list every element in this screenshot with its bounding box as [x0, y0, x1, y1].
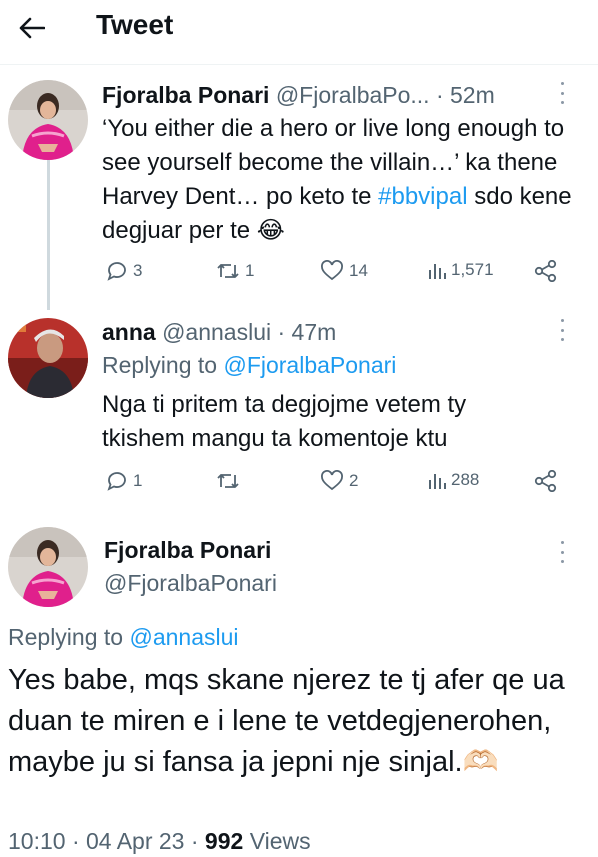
author-handle[interactable]: @FjoralbaPo...	[276, 82, 430, 108]
retweet-icon	[217, 264, 239, 278]
author-name[interactable]: Fjoralba Ponari	[104, 537, 271, 564]
reply-button[interactable]: 1	[106, 470, 142, 492]
tweet-header: Fjoralba Ponari @FjoralbaPo... · 52m	[102, 82, 495, 109]
top-bar: Tweet	[0, 0, 598, 62]
like-count: 14	[349, 261, 368, 280]
heart-icon	[321, 260, 343, 281]
avatar[interactable]	[8, 80, 88, 160]
author-handle[interactable]: @FjoralbaPonari	[104, 570, 277, 597]
reply-button[interactable]: 3	[106, 260, 142, 282]
author-handle[interactable]: @annaslui	[162, 319, 271, 345]
hashtag-link[interactable]: #bbvipal	[378, 183, 467, 210]
tweet-timestamp-views: 10:10 · 04 Apr 23 · 992 Views	[8, 828, 311, 855]
like-button[interactable]: 14	[320, 260, 368, 282]
analytics-icon	[429, 474, 446, 489]
tweet-text: Nga ti pritem ta degjojme vetem ty tkish…	[102, 391, 467, 452]
share-button[interactable]	[534, 260, 558, 282]
share-icon	[534, 470, 557, 492]
tweet-header: anna @annaslui · 47m	[102, 319, 336, 346]
retweet-icon	[217, 474, 239, 488]
more-options-icon[interactable]	[556, 319, 568, 341]
timestamp[interactable]: · 47m	[278, 319, 337, 345]
reply-count: 1	[133, 471, 143, 490]
author-name[interactable]: Fjoralba Ponari	[102, 82, 269, 108]
mention-link[interactable]: @FjoralbaPonari	[223, 352, 396, 378]
tweet-actions: 1 2 288	[102, 470, 562, 500]
avatar[interactable]	[8, 318, 88, 398]
thread-line	[47, 160, 50, 310]
share-button[interactable]	[534, 470, 558, 492]
views-button[interactable]: 1,571	[428, 260, 494, 280]
views-count[interactable]: 992	[205, 828, 243, 854]
replying-to: Replying to @FjoralbaPonari	[102, 352, 397, 378]
tweet-actions: 3 1 14 1,571	[102, 260, 562, 290]
back-button[interactable]	[14, 10, 50, 46]
reply-count: 3	[133, 261, 143, 280]
reply-icon	[107, 262, 126, 281]
views-button[interactable]: 288	[428, 470, 479, 490]
retweet-count: 1	[245, 261, 255, 280]
views-count: 288	[451, 470, 480, 489]
timestamp[interactable]: · 52m	[436, 82, 495, 108]
retweet-button[interactable]	[216, 470, 240, 492]
page-title: Tweet	[96, 9, 174, 40]
views-count: 1,571	[451, 260, 494, 279]
share-icon	[534, 260, 557, 282]
more-options-icon[interactable]	[556, 541, 568, 563]
like-count: 2	[349, 471, 359, 490]
retweet-button[interactable]: 1	[216, 260, 254, 282]
heart-icon	[321, 470, 343, 491]
reply-icon	[107, 472, 126, 491]
mention-link[interactable]: @annaslui	[129, 624, 238, 650]
views-label: Views	[249, 828, 311, 854]
header-divider	[0, 64, 598, 65]
author-name[interactable]: anna	[102, 319, 156, 345]
replying-to: Replying to @annaslui	[8, 624, 239, 650]
tweet-date[interactable]: · 04 Apr 23 ·	[72, 828, 199, 854]
more-options-icon[interactable]	[556, 82, 568, 104]
like-button[interactable]: 2	[320, 470, 358, 492]
tweet-text: Yes babe, mqs skane njerez te tj afer qe…	[8, 664, 565, 778]
analytics-icon	[429, 264, 446, 279]
arrow-left-icon	[19, 17, 45, 39]
tweet-text: ‘You either die a hero or live long enou…	[102, 115, 572, 244]
tweet-time[interactable]: 10:10	[8, 828, 66, 854]
avatar[interactable]	[8, 527, 88, 607]
